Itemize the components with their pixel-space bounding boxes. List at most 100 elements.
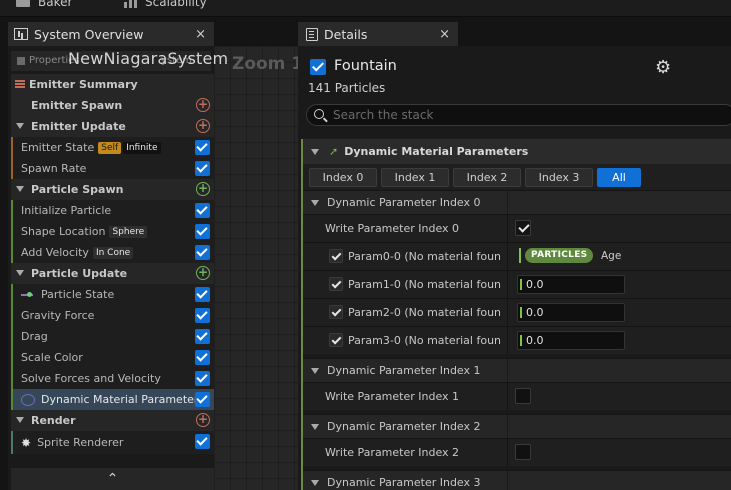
write-param-0-row: Write Parameter Index 0 — [303, 214, 731, 243]
tab-system-overview[interactable]: System Overview × — [8, 22, 214, 46]
group-dynamic-param-1[interactable]: Dynamic Parameter Index 1 — [303, 358, 731, 383]
tab-index-3[interactable]: Index 3 — [525, 168, 593, 187]
module-solve-forces[interactable]: Solve Forces and Velocity — [11, 368, 214, 389]
column-divider — [507, 243, 508, 271]
close-icon[interactable]: × — [439, 27, 450, 42]
emitter-enable-checkbox[interactable] — [310, 59, 326, 75]
enable-checkbox[interactable] — [195, 308, 210, 323]
close-icon[interactable]: × — [195, 27, 206, 42]
caret-down-icon[interactable] — [16, 123, 24, 129]
render-section[interactable]: Render + — [11, 410, 214, 431]
enable-checkbox[interactable] — [195, 161, 210, 176]
module-spawn-rate[interactable]: Spawn Rate — [11, 158, 214, 179]
module-drag[interactable]: Drag — [11, 326, 214, 347]
details-header: Fountain 141 Particles ⚙ Search the stac… — [298, 46, 731, 136]
gear-icon[interactable]: ⚙ — [655, 57, 671, 78]
enable-checkbox[interactable] — [195, 329, 210, 344]
param-label: Param0-0 (No material found using this p… — [348, 250, 501, 263]
module-dynamic-material-parameters[interactable]: Dynamic Material Parameters — [11, 389, 214, 410]
enable-checkbox[interactable] — [195, 392, 210, 407]
write-param-0-checkbox[interactable] — [515, 220, 531, 236]
module-title: Dynamic Material Parameters — [344, 145, 529, 158]
caret-down-icon[interactable] — [311, 149, 319, 155]
write-param-2-checkbox[interactable] — [515, 444, 531, 460]
add-module-icon[interactable]: + — [196, 119, 210, 133]
module-label: Initialize Particle — [21, 204, 112, 217]
add-renderer-icon[interactable]: + — [196, 413, 210, 427]
add-module-icon[interactable]: + — [196, 182, 210, 196]
add-module-icon[interactable]: + — [196, 266, 210, 280]
particle-spawn-section[interactable]: Particle Spawn + — [11, 179, 214, 200]
caret-down-icon[interactable] — [16, 417, 24, 423]
top-toolbar: Baker Scalability — [0, 0, 731, 17]
enable-checkbox[interactable] — [195, 434, 210, 449]
module-particle-state[interactable]: Particle State — [11, 284, 214, 305]
param2-0-value-field[interactable]: 0.0 — [517, 303, 625, 322]
module-label: Dynamic Material Parameters — [41, 393, 205, 406]
param-enable-checkbox[interactable] — [329, 305, 343, 319]
param0-0-row: Param0-0 (No material found using this p… — [303, 242, 731, 271]
module-emitter-state[interactable]: Emitter State Self Infinite — [11, 137, 214, 158]
enable-checkbox[interactable] — [195, 350, 210, 365]
scalability-button[interactable]: Scalability — [124, 0, 207, 9]
particle-update-section[interactable]: Particle Update + — [11, 263, 214, 284]
caret-down-icon[interactable] — [311, 368, 319, 374]
emitter-update-section[interactable]: Emitter Update + — [11, 116, 214, 137]
collapse-button[interactable]: ⌃ — [11, 468, 214, 490]
bake-button[interactable]: Baker — [16, 0, 72, 9]
param-label: Param2-0 (No material found using this p… — [348, 306, 501, 319]
caret-down-icon[interactable] — [311, 424, 319, 430]
param-enable-checkbox[interactable] — [329, 249, 343, 263]
param-label: Write Parameter Index 0 — [325, 222, 460, 235]
enable-checkbox[interactable] — [195, 287, 210, 302]
module-header[interactable]: ➚ Dynamic Material Parameters — [303, 139, 731, 164]
caret-down-icon[interactable] — [16, 186, 24, 192]
graph-canvas[interactable] — [214, 46, 298, 490]
enable-checkbox[interactable] — [195, 371, 210, 386]
module-add-velocity[interactable]: Add Velocity In Cone — [11, 242, 214, 263]
group-dynamic-param-0[interactable]: Dynamic Parameter Index 0 — [303, 190, 731, 215]
emitter-spawn-section[interactable]: Emitter Spawn + — [11, 95, 214, 116]
param1-0-value-field[interactable]: 0.0 — [517, 275, 625, 294]
param-enable-checkbox[interactable] — [329, 333, 343, 347]
module-shape-location[interactable]: Shape Location Sphere — [11, 221, 214, 242]
module-label: Particle State — [41, 288, 115, 301]
column-divider — [507, 191, 508, 215]
module-scale-color[interactable]: Scale Color — [11, 347, 214, 368]
tab-index-1[interactable]: Index 1 — [381, 168, 449, 187]
module-sprite-renderer[interactable]: ✸ Sprite Renderer — [11, 431, 214, 454]
bake-icon — [16, 0, 30, 7]
value-indicator — [519, 248, 521, 263]
particles-pill[interactable]: PARTICLES — [525, 248, 594, 263]
tab-details[interactable]: Details × — [298, 22, 458, 46]
tab-index-2[interactable]: Index 2 — [453, 168, 521, 187]
caret-down-icon[interactable] — [311, 200, 319, 206]
column-divider — [507, 439, 508, 467]
scalability-icon — [124, 0, 137, 8]
write-param-1-checkbox[interactable] — [515, 388, 531, 404]
enable-checkbox[interactable] — [195, 140, 210, 155]
enable-checkbox[interactable] — [195, 224, 210, 239]
caret-down-icon[interactable] — [16, 270, 24, 276]
param3-0-value-field[interactable]: 0.0 — [517, 331, 625, 350]
group-label: Dynamic Parameter Index 3 — [327, 476, 481, 489]
search-input[interactable]: Search the stack — [306, 104, 731, 126]
enable-checkbox[interactable] — [195, 203, 210, 218]
tab-all[interactable]: All — [597, 168, 641, 187]
module-list: Emitter Summary Emitter Spawn + Emitter … — [11, 74, 214, 454]
add-module-icon[interactable]: + — [196, 98, 210, 112]
module-initialize-particle[interactable]: Initialize Particle — [11, 200, 214, 221]
system-name: NewNiagaraSystem — [68, 49, 229, 68]
enable-checkbox[interactable] — [195, 245, 210, 260]
caret-down-icon[interactable] — [311, 480, 319, 486]
search-icon — [314, 109, 324, 119]
param-enable-checkbox[interactable] — [329, 277, 343, 291]
emitter-summary-label: Emitter Summary — [29, 78, 138, 91]
details-icon — [306, 27, 318, 41]
group-dynamic-param-2[interactable]: Dynamic Parameter Index 2 — [303, 414, 731, 439]
emitter-summary[interactable]: Emitter Summary — [11, 74, 214, 95]
module-gravity-force[interactable]: Gravity Force — [11, 305, 214, 326]
group-dynamic-param-3[interactable]: Dynamic Parameter Index 3 — [303, 470, 731, 490]
tab-index-0[interactable]: Index 0 — [309, 168, 377, 187]
sprite-icon: ✸ — [21, 435, 32, 450]
